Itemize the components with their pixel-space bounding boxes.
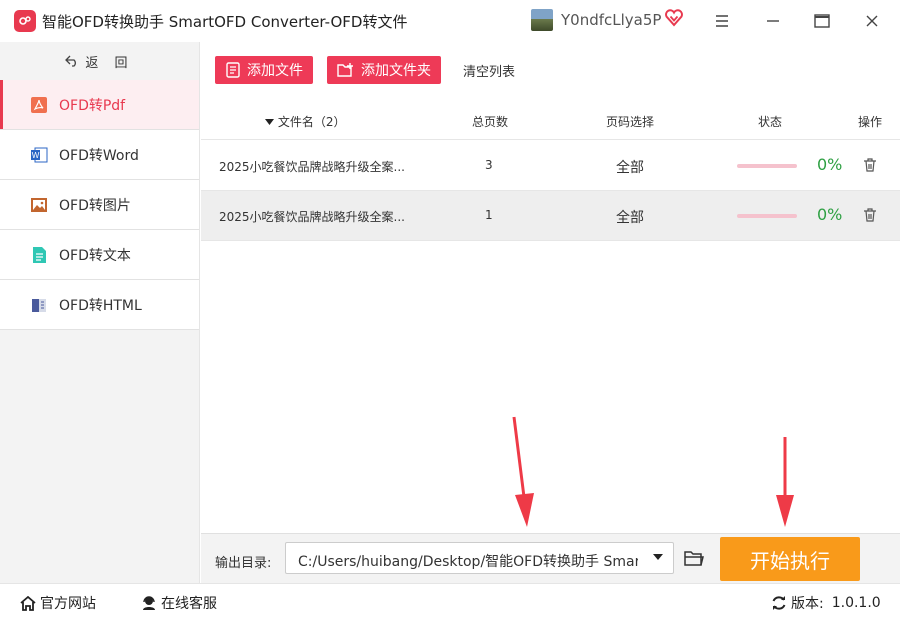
support-link[interactable]: 在线客服 <box>141 593 217 613</box>
start-button[interactable]: 开始执行 <box>720 537 860 581</box>
website-link[interactable]: 官方网站 <box>20 593 96 613</box>
sidebar-item-label: OFD转文本 <box>59 247 131 264</box>
filename-header-label: 文件名（2） <box>277 115 346 129</box>
svg-text:W: W <box>32 151 40 160</box>
sidebar-item-label: OFD转Pdf <box>59 97 126 114</box>
refresh-icon <box>772 596 786 610</box>
app-title: 智能OFD转换助手 SmartOFD Converter-OFD转文件 <box>42 12 408 31</box>
output-dir-select[interactable]: C:/Users/huibang/Desktop/智能OFD转换助手 Smart… <box>285 542 674 574</box>
website-label: 官方网站 <box>40 596 96 612</box>
support-label: 在线客服 <box>161 596 217 612</box>
progress-percent: 0% <box>817 205 843 224</box>
sidebar-item-ofd-to-text[interactable]: OFD转文本 <box>0 230 199 280</box>
pages-cell: 1 <box>485 208 493 222</box>
table-header: 文件名（2） 总页数 页码选择 状态 操作 <box>201 100 900 140</box>
sidebar-item-ofd-to-word[interactable]: W OFD转Word <box>0 130 199 180</box>
sidebar-item-label: OFD转Word <box>59 147 139 164</box>
add-file-label: 添加文件 <box>247 63 303 79</box>
close-icon[interactable] <box>859 8 885 34</box>
status-bar: 官方网站 在线客服 版本: 1.0.1.0 <box>0 583 900 617</box>
action-header: 操作 <box>858 115 883 129</box>
sidebar-item-ofd-to-image[interactable]: OFD转图片 <box>0 180 199 230</box>
sort-desc-icon <box>265 119 274 125</box>
delete-icon[interactable] <box>862 157 878 173</box>
sidebar-item-ofd-to-pdf[interactable]: OFD转Pdf <box>0 80 199 130</box>
back-button[interactable]: 返 回 <box>0 42 199 80</box>
table-row[interactable]: 2025小吃餐饮品牌战略升级全案... 3 全部 0% <box>201 141 900 191</box>
range-select[interactable]: 全部 <box>616 157 644 177</box>
pdf-icon <box>30 96 48 114</box>
clear-list-button[interactable]: 清空列表 <box>463 61 515 80</box>
back-arrow-icon <box>65 55 77 67</box>
add-folder-icon <box>337 63 353 77</box>
headset-icon <box>143 596 155 610</box>
word-icon: W <box>30 146 48 164</box>
user-name[interactable]: Y0ndfcLlya5P <box>561 11 661 29</box>
filename-cell: 2025小吃餐饮品牌战略升级全案... <box>219 160 405 174</box>
delete-icon[interactable] <box>862 207 878 223</box>
range-header: 页码选择 <box>606 115 655 129</box>
menu-icon[interactable] <box>709 8 735 34</box>
main-panel: 添加文件 添加文件夹 清空列表 文件名（2） 总页数 页码选择 状态 操作 20… <box>201 42 900 583</box>
filename-header[interactable]: 文件名（2） <box>265 113 345 130</box>
version-number: 1.0.1.0 <box>831 595 881 611</box>
add-file-icon <box>226 62 240 78</box>
output-path: C:/Users/huibang/Desktop/智能OFD转换助手 Smart… <box>298 554 638 570</box>
sidebar: 返 回 OFD转Pdf W OFD转Word OFD转图片 OFD转文本 OFD… <box>0 42 200 583</box>
output-bar: 输出目录: C:/Users/huibang/Desktop/智能OFD转换助手… <box>201 533 900 583</box>
pages-header: 总页数 <box>472 115 509 129</box>
chevron-down-icon <box>653 554 663 560</box>
back-label: 返 回 <box>85 55 134 71</box>
sidebar-item-label: OFD转HTML <box>59 297 142 314</box>
pages-cell: 3 <box>485 158 493 172</box>
table-row[interactable]: 2025小吃餐饮品牌战略升级全案... 1 全部 0% <box>201 191 900 241</box>
add-folder-label: 添加文件夹 <box>361 63 431 79</box>
user-avatar[interactable] <box>531 9 553 31</box>
minimize-icon[interactable] <box>760 8 786 34</box>
html-icon <box>30 296 48 314</box>
progress-percent: 0% <box>817 155 843 174</box>
range-select[interactable]: 全部 <box>616 207 644 227</box>
add-folder-button[interactable]: 添加文件夹 <box>327 56 441 84</box>
text-icon <box>30 246 48 264</box>
sidebar-item-label: OFD转图片 <box>59 197 131 214</box>
sidebar-item-ofd-to-html[interactable]: OFD转HTML <box>0 280 199 330</box>
version-label: 版本: <box>791 596 824 612</box>
status-header: 状态 <box>758 115 783 129</box>
title-bar: 智能OFD转换助手 SmartOFD Converter-OFD转文件 Y0nd… <box>0 0 900 42</box>
output-label: 输出目录: <box>215 556 272 571</box>
filename-cell: 2025小吃餐饮品牌战略升级全案... <box>219 210 405 224</box>
version-info[interactable]: 版本: 1.0.1.0 <box>771 593 881 613</box>
image-icon <box>30 196 48 214</box>
app-logo <box>14 10 36 32</box>
folder-icon[interactable] <box>684 549 704 567</box>
progress-bar <box>737 164 797 168</box>
add-file-button[interactable]: 添加文件 <box>215 56 313 84</box>
progress-bar <box>737 214 797 218</box>
home-icon <box>20 595 36 611</box>
maximize-icon[interactable] <box>809 8 835 34</box>
toolbar: 添加文件 添加文件夹 清空列表 <box>201 42 900 98</box>
vip-heart-icon[interactable] <box>664 8 684 28</box>
